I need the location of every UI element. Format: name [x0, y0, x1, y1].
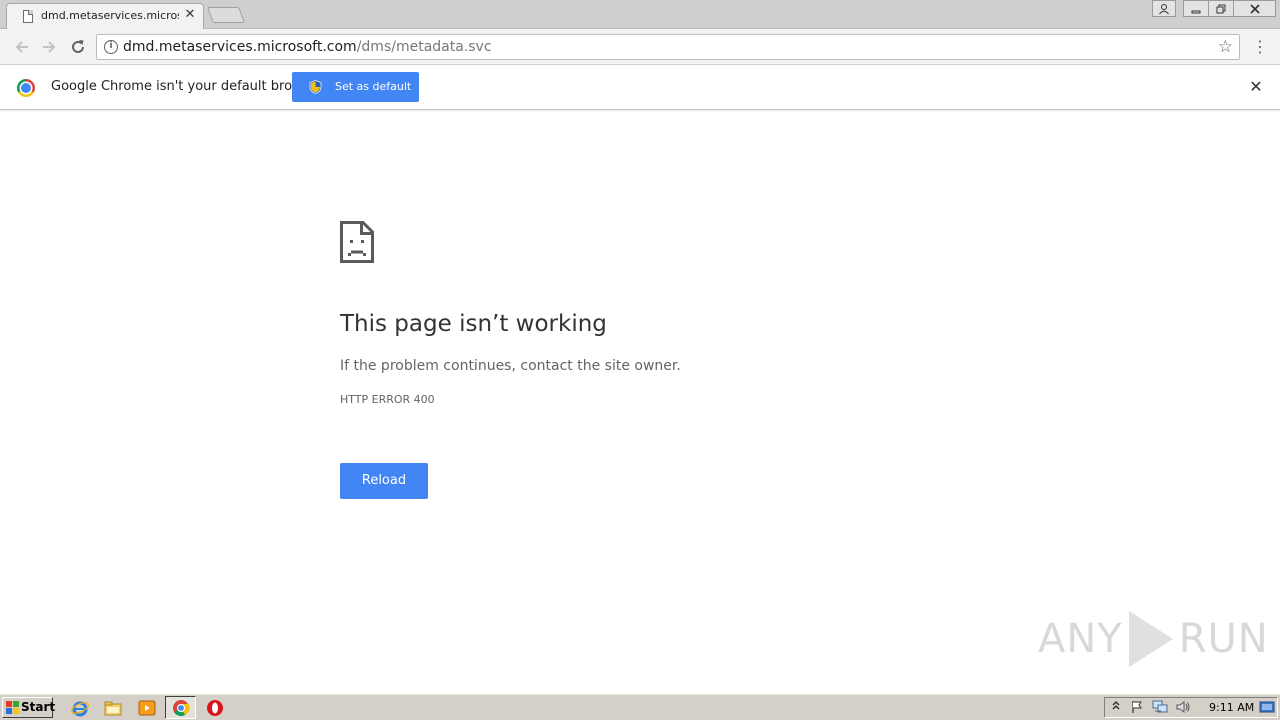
screen: dmd.metaservices.microsoft ✕ i dmd.metas… [0, 0, 1280, 720]
error-code: HTTP ERROR 400 [340, 393, 435, 406]
watermark-right-text: RUN [1178, 616, 1269, 662]
tab-strip: dmd.metaservices.microsoft ✕ [0, 0, 1280, 29]
opera-icon[interactable] [205, 698, 225, 718]
arrow-left-icon [15, 41, 28, 53]
volume-icon[interactable] [1175, 700, 1191, 716]
internet-explorer-icon[interactable] [70, 698, 90, 718]
close-icon [1249, 4, 1260, 14]
action-center-flag-icon[interactable] [1129, 700, 1145, 716]
window-close-button[interactable] [1233, 0, 1276, 17]
forward-button[interactable] [37, 35, 61, 59]
restore-icon [1216, 4, 1226, 14]
minimize-icon [1191, 10, 1201, 14]
chrome-logo-icon [17, 79, 35, 97]
browser-toolbar: i dmd.metaservices.microsoft.com/dms/met… [0, 29, 1280, 65]
start-button[interactable]: Start [2, 697, 56, 718]
anyrun-watermark: ANY RUN [1038, 608, 1269, 670]
set-as-default-button[interactable]: Set as default [292, 72, 419, 102]
user-icon [1159, 4, 1169, 15]
back-button[interactable] [10, 35, 34, 59]
tab-active[interactable]: dmd.metaservices.microsoft ✕ [6, 3, 204, 29]
watermark-left-text: ANY [1038, 616, 1123, 662]
url-text[interactable]: dmd.metaservices.microsoft.com/dms/metad… [123, 39, 492, 55]
kebab-menu-icon[interactable]: ⋮ [1252, 37, 1268, 57]
start-label: Start [21, 700, 56, 714]
show-hidden-icons-icon[interactable] [1108, 700, 1124, 716]
page-favicon-icon [23, 10, 33, 23]
user-profile-button[interactable] [1152, 0, 1176, 17]
reload-toolbar-button[interactable] [66, 35, 90, 59]
infobar-message: Google Chrome isn't your default browser [51, 79, 323, 94]
set-as-default-label: Set as default [335, 80, 412, 93]
minimize-button[interactable] [1183, 0, 1209, 17]
restore-button[interactable] [1208, 0, 1234, 17]
tab-title: dmd.metaservices.microsoft [41, 9, 179, 22]
network-icon[interactable] [1152, 700, 1168, 716]
system-tray: 9:11 AM [1104, 697, 1278, 718]
sad-page-icon [340, 221, 374, 263]
url-host: dmd.metaservices.microsoft.com [123, 39, 357, 55]
url-path: /dms/metadata.svc [356, 39, 492, 55]
chrome-icon [173, 700, 190, 716]
error-title: This page isn’t working [340, 311, 607, 337]
media-player-icon[interactable] [137, 698, 157, 718]
address-bar[interactable]: i dmd.metaservices.microsoft.com/dms/met… [96, 34, 1240, 60]
shield-icon [309, 80, 322, 94]
chrome-taskbar-button[interactable] [165, 696, 196, 719]
tab-close-icon[interactable]: ✕ [183, 7, 197, 23]
arrow-right-icon [43, 41, 56, 53]
show-desktop-icon[interactable] [1259, 700, 1275, 716]
file-explorer-icon[interactable] [103, 698, 123, 718]
clock[interactable]: 9:11 AM [1209, 701, 1254, 714]
infobar-close-icon[interactable]: ✕ [1247, 77, 1265, 97]
info-icon[interactable]: i [104, 40, 118, 54]
windows-flag-icon [6, 701, 19, 714]
default-browser-infobar: Google Chrome isn't your default browser… [0, 65, 1280, 110]
taskbar: Start 9:11 AM [0, 693, 1280, 720]
new-tab-button[interactable] [207, 7, 245, 23]
error-description: If the problem continues, contact the si… [340, 358, 681, 374]
reload-icon [72, 40, 84, 53]
star-icon[interactable]: ☆ [1218, 37, 1233, 57]
play-logo-icon [1128, 611, 1173, 667]
reload-button[interactable]: Reload [340, 463, 428, 499]
